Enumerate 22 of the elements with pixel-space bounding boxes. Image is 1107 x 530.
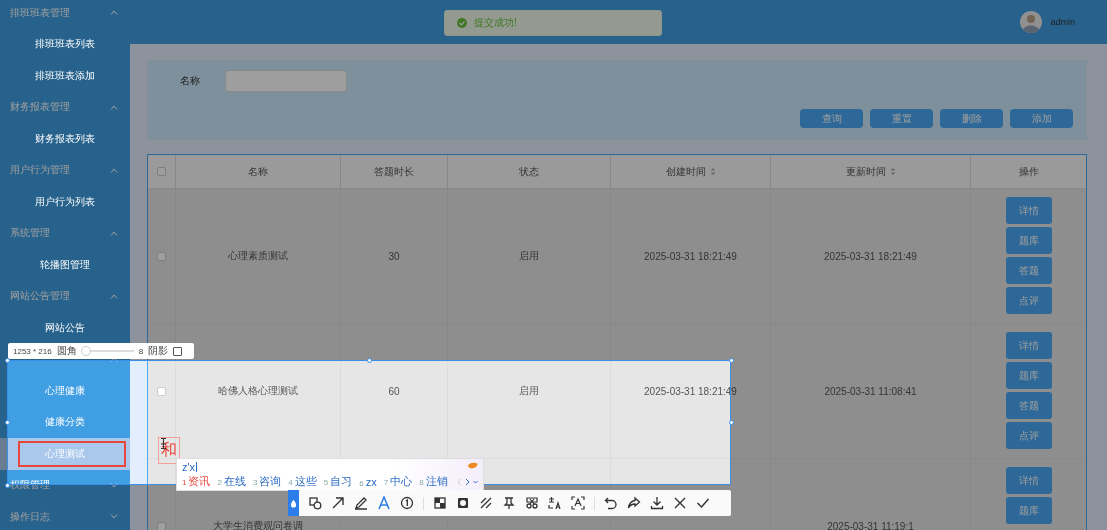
table-cell: 心理素质测试	[228, 249, 288, 263]
column-header: 操作	[1018, 164, 1039, 179]
radius-value: 8	[138, 346, 144, 356]
table-cell: 2025-03-31 11:08:41	[824, 385, 917, 397]
column-header: 名称	[248, 164, 268, 179]
pinyin-text: z'x	[182, 461, 196, 473]
table-cell: 30	[388, 250, 400, 262]
table-cell: 2025-03-31 18:21:49	[644, 250, 737, 262]
selection-size: 1253 * 216	[13, 346, 52, 356]
corner-radius-label: 圆角	[56, 344, 77, 358]
table-cell: 哈佛人格心理测试	[218, 384, 298, 398]
shadow-label: 阴影	[148, 344, 169, 358]
table-cell: 60	[388, 385, 400, 397]
table-cell: 大学生消费观问卷调	[213, 519, 303, 530]
table-cell: 启用	[519, 384, 539, 398]
toast-message: 提交成功!	[474, 16, 517, 30]
table-cell: 启用	[519, 249, 539, 263]
column-header: 状态	[519, 164, 539, 179]
field-label: 名称	[180, 74, 200, 88]
table-cell: 2025-03-31 11:19:1	[827, 520, 914, 530]
column-header: 答题时长	[374, 164, 414, 179]
table-cell: 2025-03-31 18:21:49	[824, 250, 917, 262]
